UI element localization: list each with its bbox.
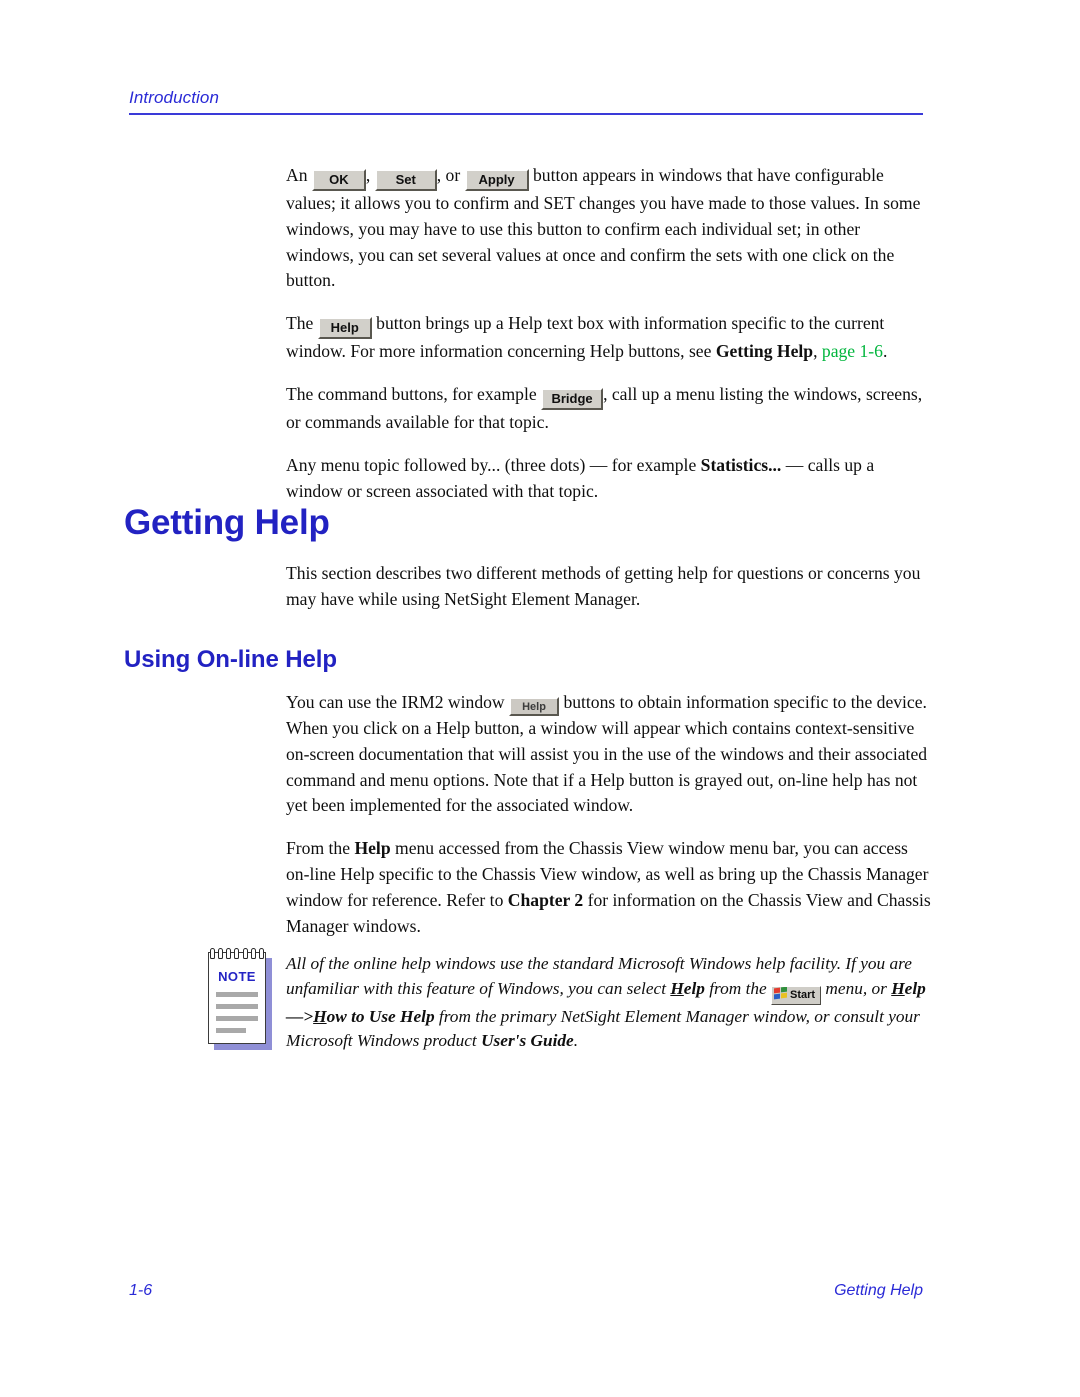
heading-getting-help: Getting Help bbox=[124, 503, 330, 542]
note-how-mnemonic: H bbox=[313, 1006, 327, 1026]
p3-lead: The command buttons, for example bbox=[286, 383, 537, 404]
apply-button[interactable]: Apply bbox=[464, 169, 529, 191]
p2-period: . bbox=[882, 341, 888, 362]
paragraph-chassis-view-help: From the Help menu accessed from the Cha… bbox=[286, 836, 934, 939]
note-help-mnemonic-2: H bbox=[891, 978, 905, 998]
online-p2-lead: From the bbox=[286, 838, 351, 859]
windows-flag-icon bbox=[774, 986, 788, 1000]
ok-button[interactable]: OK bbox=[311, 169, 366, 191]
page-link[interactable]: page 1-6 bbox=[822, 341, 883, 361]
notepad-lines-icon bbox=[216, 992, 258, 1040]
note-from-the: from the bbox=[709, 978, 767, 998]
start-button[interactable]: Start bbox=[771, 985, 822, 1005]
note-arrow: —> bbox=[286, 1006, 314, 1026]
footer-page-number: 1-6 bbox=[129, 1282, 153, 1299]
help-menu-term: Help bbox=[354, 838, 391, 859]
note-or-word: or bbox=[871, 978, 887, 998]
p2-lead: The bbox=[286, 313, 314, 334]
page-footer: 1-6 Getting Help bbox=[129, 1281, 923, 1301]
paragraph-command-buttons: The command buttons, for example Bridge,… bbox=[286, 382, 926, 436]
start-button-label: Start bbox=[790, 988, 816, 1001]
p2-comma: , bbox=[813, 341, 818, 362]
note-end-period: . bbox=[573, 1031, 579, 1050]
spiral-rings-icon bbox=[210, 948, 264, 961]
online-help-section: You can use the IRM2 window Help buttons… bbox=[286, 690, 934, 956]
p1-sep2: , or bbox=[436, 165, 461, 185]
statistics-menu-term: Statistics... bbox=[700, 454, 782, 475]
paragraph-help-button: The Help button brings up a Help text bo… bbox=[286, 311, 926, 365]
chapter-reference: Chapter 2 bbox=[507, 889, 584, 910]
paragraph-menu-ellipsis: Any menu topic followed by... (three dot… bbox=[286, 453, 926, 505]
cross-reference-getting-help: Getting Help bbox=[715, 341, 814, 362]
note-how-to-use-help: ow to Use Help bbox=[326, 1006, 435, 1026]
running-head-text: Introduction bbox=[129, 88, 220, 107]
bridge-button[interactable]: Bridge bbox=[541, 387, 604, 410]
p1-sep1: , bbox=[365, 165, 371, 185]
note-menu-word: menu, bbox=[825, 978, 868, 998]
note-help-word-2: elp bbox=[904, 978, 926, 998]
page-running-head: Introduction bbox=[129, 88, 923, 115]
note-users-guide: User's Guide bbox=[481, 1031, 574, 1050]
online-p1-lead: You can use the IRM2 window bbox=[286, 692, 505, 712]
getting-help-intro-paragraph: This section describes two different met… bbox=[286, 563, 921, 609]
getting-help-section: This section describes two different met… bbox=[286, 561, 926, 630]
paragraph-irm2-help-buttons: You can use the IRM2 window Help buttons… bbox=[286, 690, 934, 819]
note-help-word-1: elp bbox=[683, 978, 705, 998]
help-button[interactable]: Help bbox=[317, 317, 372, 340]
intro-content-column: An OK, Set, or Apply button appears in w… bbox=[286, 163, 926, 521]
p1-lead: An bbox=[286, 165, 308, 185]
note-label: NOTE bbox=[218, 969, 256, 984]
note-text: All of the online help windows use the s… bbox=[286, 952, 926, 1054]
note-help-mnemonic-1: H bbox=[670, 978, 684, 998]
p4-lead: Any menu topic followed by... (three dot… bbox=[286, 454, 697, 475]
notepad-icon: NOTE bbox=[208, 948, 274, 1050]
header-rule bbox=[129, 113, 923, 115]
help-button-small[interactable]: Help bbox=[509, 697, 560, 716]
footer-section-name: Getting Help bbox=[834, 1282, 923, 1299]
set-button[interactable]: Set bbox=[374, 169, 437, 191]
paragraph-confirm-buttons: An OK, Set, or Apply button appears in w… bbox=[286, 163, 926, 294]
heading-using-online-help: Using On-line Help bbox=[124, 646, 337, 673]
